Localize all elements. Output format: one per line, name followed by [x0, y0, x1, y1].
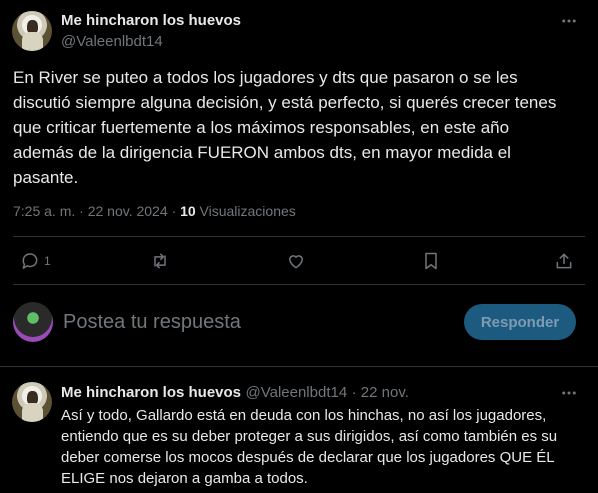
views-count: 10: [180, 203, 196, 219]
reply-header: Me hincharon los huevos @Valeenlbdt14 · …: [61, 384, 409, 402]
retweet-icon: [154, 253, 166, 269]
author-handle[interactable]: @Valeenlbdt14: [61, 33, 163, 50]
reply-author-avatar[interactable]: [12, 382, 52, 422]
reply-button[interactable]: Responder: [464, 304, 576, 340]
composer-avatar[interactable]: [13, 302, 53, 342]
reply-date[interactable]: · 22 nov.: [352, 384, 409, 401]
author-name[interactable]: Me hincharon los huevos: [61, 12, 241, 29]
tweet-meta: 7:25 a. m. · 22 nov. 2024 · 10 Visualiza…: [13, 203, 296, 219]
tweet-text: En River se puteo a todos los jugadores …: [13, 68, 557, 187]
tweet-timestamp[interactable]: 7:25 a. m. · 22 nov. 2024 ·: [13, 203, 176, 219]
reply-action[interactable]: 1: [20, 251, 51, 271]
reply-more-options-icon[interactable]: [560, 384, 578, 407]
reply-text: Así y todo, Gallardo está en deuda con l…: [61, 407, 558, 487]
more-options-icon[interactable]: [560, 12, 578, 35]
retweet-action[interactable]: [150, 251, 170, 271]
divider-top: [13, 236, 585, 237]
reply-author-handle[interactable]: @Valeenlbdt14: [245, 384, 347, 401]
like-icon: [289, 255, 303, 269]
author-avatar[interactable]: [12, 11, 52, 51]
like-action[interactable]: [286, 251, 306, 271]
bookmark-icon: [425, 252, 437, 270]
divider-actions: [13, 284, 585, 285]
bookmark-action[interactable]: [421, 251, 441, 271]
reply-count: 1: [44, 254, 51, 268]
divider-composer: [0, 366, 598, 367]
views-label: Visualizaciones: [199, 203, 296, 219]
reply-icon: [22, 253, 38, 269]
reply-input[interactable]: Postea tu respuesta: [63, 311, 241, 334]
reply-author-name[interactable]: Me hincharon los huevos: [61, 384, 241, 401]
share-icon: [556, 253, 572, 269]
share-action[interactable]: [554, 251, 574, 271]
